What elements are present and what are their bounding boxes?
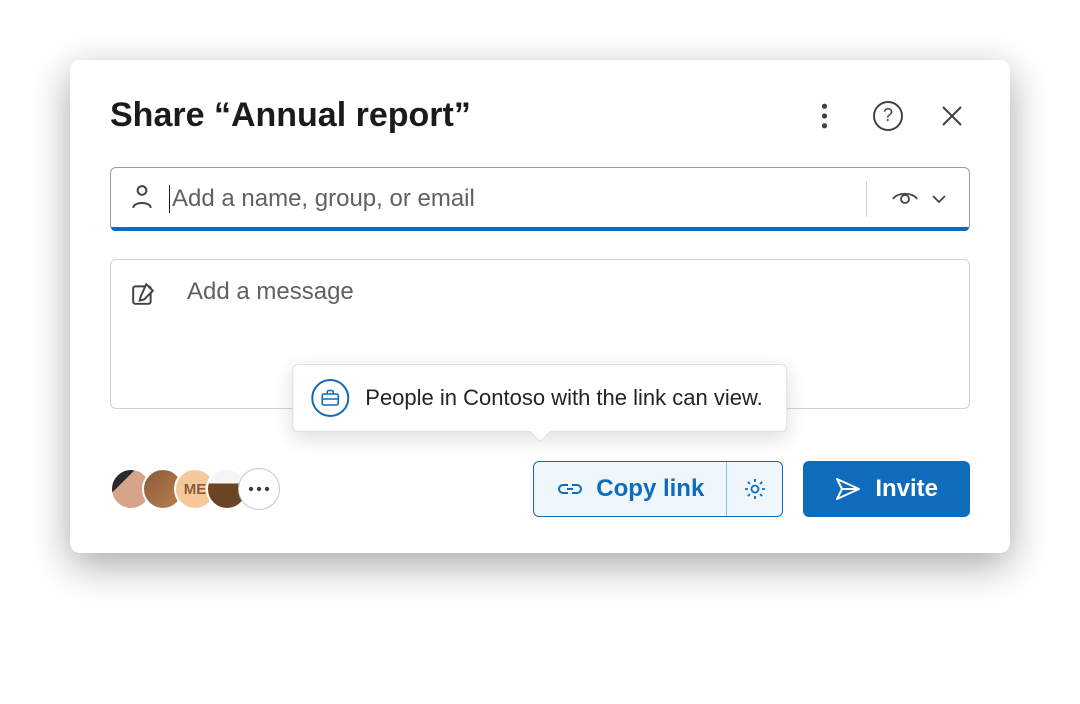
more-vertical-icon: [821, 103, 828, 129]
copy-link-button[interactable]: Copy link: [534, 462, 726, 516]
close-icon: [941, 105, 963, 127]
invite-label: Invite: [875, 475, 938, 503]
text-cursor: [169, 185, 170, 213]
eye-icon: [891, 189, 919, 209]
more-options-button[interactable]: [806, 98, 842, 134]
copy-link-label: Copy link: [596, 475, 704, 503]
invite-button[interactable]: Invite: [803, 461, 970, 517]
more-horizontal-icon: [248, 486, 270, 492]
permission-dropdown[interactable]: [881, 189, 957, 209]
message-field[interactable]: People in Contoso with the link can view…: [110, 259, 970, 409]
link-icon: [556, 481, 584, 497]
dialog-footer: ME Copy link Invite: [110, 461, 970, 517]
message-input[interactable]: [187, 278, 949, 334]
link-settings-button[interactable]: [726, 462, 782, 516]
recipients-field[interactable]: [110, 167, 970, 231]
footer-buttons: Copy link Invite: [533, 461, 970, 517]
header-actions: ?: [806, 98, 970, 134]
link-permission-tooltip: People in Contoso with the link can view…: [292, 364, 787, 432]
help-icon: ?: [873, 101, 903, 131]
more-avatars-button[interactable]: [238, 468, 280, 510]
send-icon: [835, 477, 861, 501]
shared-with-avatars[interactable]: ME: [110, 468, 280, 510]
briefcase-icon: [311, 379, 349, 417]
copy-link-group: Copy link: [533, 461, 783, 517]
gear-icon: [743, 477, 767, 501]
close-button[interactable]: [934, 98, 970, 134]
dialog-header: Share “Annual report” ?: [110, 96, 970, 135]
recipients-input[interactable]: [172, 185, 852, 213]
dialog-title: Share “Annual report”: [110, 96, 471, 135]
divider: [866, 181, 867, 217]
help-button[interactable]: ?: [870, 98, 906, 134]
tooltip-text: People in Contoso with the link can view…: [365, 385, 762, 411]
chevron-down-icon: [931, 194, 947, 204]
person-icon: [131, 185, 153, 214]
compose-icon: [131, 282, 155, 311]
share-dialog: Share “Annual report” ?: [70, 60, 1010, 553]
